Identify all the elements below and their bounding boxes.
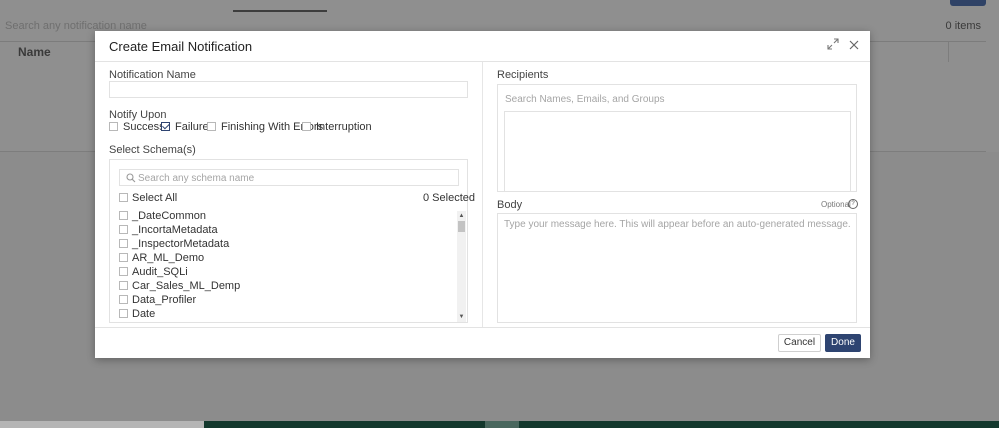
body-placeholder: Type your message here. This will appear…	[504, 219, 851, 230]
schema-item[interactable]: _IncortaMetadata	[132, 224, 218, 236]
dialog-title: Create Email Notification	[109, 39, 253, 54]
body-textarea[interactable]: Type your message here. This will appear…	[497, 213, 857, 323]
schema-checkbox[interactable]	[119, 211, 128, 220]
schema-checkbox[interactable]	[119, 281, 128, 290]
selected-count: 0 Selected	[423, 192, 475, 204]
schema-checkbox[interactable]	[119, 295, 128, 304]
body-label: Body	[497, 199, 523, 211]
notification-name-input[interactable]	[109, 81, 468, 98]
schema-item[interactable]: Data_Profiler	[132, 294, 196, 306]
taskbar-search	[0, 421, 204, 428]
interruption-label: Interruption	[316, 121, 372, 133]
schema-checkbox[interactable]	[119, 253, 128, 262]
create-email-notification-dialog: Create Email Notification Notification N…	[95, 31, 870, 358]
select-schemas-label: Select Schema(s)	[109, 144, 196, 156]
select-all-checkbox[interactable]	[119, 193, 128, 202]
cancel-button[interactable]: Cancel	[778, 334, 821, 352]
schema-checkbox[interactable]	[119, 267, 128, 276]
schema-checkbox[interactable]	[119, 239, 128, 248]
optional-label: Optional	[821, 200, 851, 209]
scroll-thumb[interactable]	[458, 221, 465, 232]
recipients-search-placeholder[interactable]: Search Names, Emails, and Groups	[505, 94, 665, 105]
select-all-label: Select All	[132, 192, 178, 204]
scroll-down-icon[interactable]: ▼	[457, 313, 466, 321]
recipients-label: Recipients	[497, 69, 549, 81]
interruption-checkbox[interactable]	[302, 122, 311, 131]
schema-checkbox[interactable]	[119, 225, 128, 234]
schema-item[interactable]: _InspectorMetadata	[132, 238, 229, 250]
column-header-name: Name	[18, 45, 51, 59]
expand-icon[interactable]	[826, 38, 840, 52]
notify-upon-label: Notify Upon	[109, 109, 167, 121]
search-icon	[126, 172, 136, 186]
schema-item[interactable]: Car_Sales_ML_Demp	[132, 280, 240, 292]
schema-search-input[interactable]: Search any schema name	[119, 169, 459, 186]
active-tab-indicator	[233, 10, 327, 12]
items-count: 0 items	[945, 20, 981, 32]
schema-list-scrollbar[interactable]: ▲ ▼	[457, 211, 466, 322]
recipients-panel: Search Names, Emails, and Groups	[497, 84, 857, 192]
failure-label: Failure	[175, 121, 209, 133]
footer-divider	[95, 327, 870, 328]
taskbar	[0, 421, 999, 428]
schema-checkbox[interactable]	[119, 309, 128, 318]
dialog-header: Create Email Notification	[95, 31, 870, 62]
schema-search-placeholder: Search any schema name	[138, 173, 255, 184]
finishing-with-errors-checkbox[interactable]	[207, 122, 216, 131]
schema-item[interactable]: AR_ML_Demo	[132, 252, 204, 264]
done-button[interactable]: Done	[825, 334, 861, 352]
scroll-up-icon[interactable]: ▲	[457, 212, 466, 220]
schema-item[interactable]: Date	[132, 308, 155, 320]
divider	[948, 42, 949, 62]
close-icon[interactable]	[847, 38, 861, 52]
success-label: Success	[123, 121, 165, 133]
taskbar-app	[485, 421, 519, 428]
column-divider	[482, 62, 483, 328]
top-action-button	[950, 0, 986, 6]
notification-name-label: Notification Name	[109, 69, 196, 81]
help-icon[interactable]: ?	[848, 199, 858, 209]
success-checkbox[interactable]	[109, 122, 118, 131]
failure-checkbox[interactable]	[161, 122, 170, 131]
schema-item[interactable]: _DateCommon	[132, 210, 206, 222]
recipients-list[interactable]	[504, 111, 851, 192]
schema-item[interactable]: Audit_SQLi	[132, 266, 188, 278]
